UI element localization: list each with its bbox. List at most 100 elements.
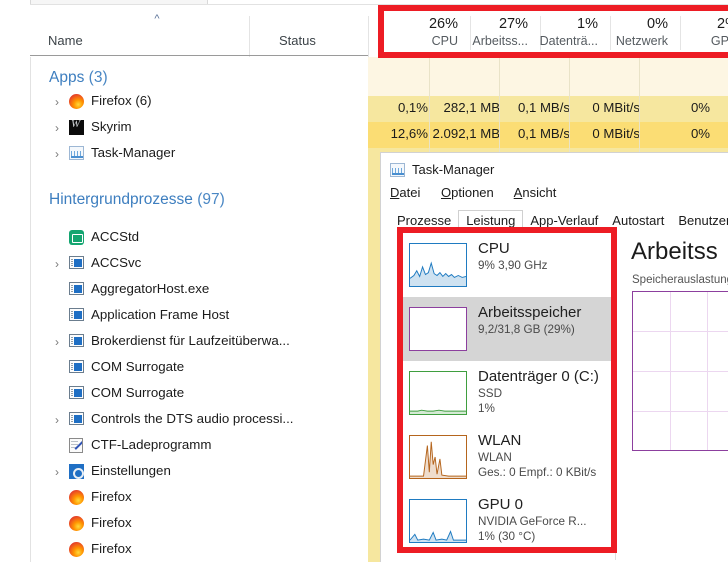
performance-item-arbeitsspeicher[interactable]: Arbeitsspeicher9,2/31,8 GB (29%) bbox=[400, 297, 616, 361]
process-row[interactable]: Firefox bbox=[31, 485, 368, 511]
chevron-right-icon[interactable]: › bbox=[51, 95, 63, 109]
process-row[interactable]: Application Frame Host bbox=[31, 303, 368, 329]
column-header-name[interactable]: Name bbox=[48, 33, 83, 48]
process-name: Firefox bbox=[91, 489, 132, 504]
process-row[interactable]: › ACCSvc bbox=[31, 251, 368, 277]
performance-item-wlan[interactable]: WLANWLANGes.: 0 Empf.: 0 KBit/s bbox=[400, 425, 616, 489]
cell-network: 0 MBit/s bbox=[570, 126, 640, 144]
icon-glyph bbox=[69, 120, 84, 135]
performance-item-detail-2: 1% (30 °C) bbox=[478, 529, 586, 544]
process-name: COM Surrogate bbox=[91, 385, 184, 400]
icon-glyph bbox=[69, 308, 84, 321]
chevron-right-icon[interactable]: › bbox=[51, 413, 63, 427]
menu-ansicht[interactable]: Ansicht bbox=[514, 185, 557, 200]
inner-window-title: Task-Manager bbox=[412, 162, 494, 177]
performance-item-datentr-ger-0-c-[interactable]: Datenträger 0 (C:)SSD1% bbox=[400, 361, 616, 425]
process-row[interactable]: AggregatorHost.exe bbox=[31, 277, 368, 303]
performance-item-text: Arbeitsspeicher9,2/31,8 GB (29%) bbox=[478, 303, 581, 337]
group-count: (97) bbox=[197, 191, 225, 208]
tab-benutzer[interactable]: Benutzer bbox=[671, 211, 728, 231]
icon-glyph bbox=[69, 464, 84, 479]
process-list[interactable]: Apps (3) Hintergrundprozesse (97) ›Firef… bbox=[30, 57, 368, 562]
window-icon bbox=[69, 360, 85, 376]
group-header-apps[interactable]: Apps (3) bbox=[49, 69, 108, 87]
process-row[interactable]: ACCStd bbox=[31, 225, 368, 251]
icon-glyph bbox=[69, 94, 84, 109]
column-divider[interactable] bbox=[368, 16, 369, 58]
performance-thumbnail-graph bbox=[409, 243, 467, 287]
process-row[interactable]: ›Controls the DTS audio processi... bbox=[31, 407, 368, 433]
tab-strip[interactable]: ProzesseLeistungApp-VerlaufAutostartBenu… bbox=[390, 210, 728, 234]
process-row[interactable]: COM Surrogate bbox=[31, 355, 368, 381]
column-header-gpu[interactable]: 2% GPU bbox=[670, 16, 728, 52]
cell-memory: 282,1 MB bbox=[430, 100, 500, 118]
performance-item-text: Datenträger 0 (C:)SSD1% bbox=[478, 367, 599, 416]
metric-row-firefox[interactable]: 0,1% 282,1 MB 0,1 MB/s 0 MBit/s 0% bbox=[368, 96, 728, 122]
metric-row-skyrim[interactable]: 12,6% 2.092,1 MB 0,1 MB/s 0 MBit/s 0% bbox=[368, 122, 728, 148]
chevron-right-icon[interactable]: › bbox=[51, 147, 63, 161]
process-row[interactable]: ›Firefox (6) bbox=[31, 89, 368, 115]
process-name: ACCSvc bbox=[91, 255, 141, 270]
gridline-horizontal bbox=[633, 411, 728, 412]
column-header-status[interactable]: Status bbox=[279, 33, 316, 48]
task-manager-icon bbox=[69, 146, 85, 162]
gridline-horizontal bbox=[633, 331, 728, 332]
tab-autostart[interactable]: Autostart bbox=[605, 211, 671, 231]
process-row[interactable]: Firefox bbox=[31, 511, 368, 537]
menu-optionen[interactable]: Optionen bbox=[441, 185, 494, 200]
disk-total-value: 1% bbox=[530, 16, 598, 33]
tab-app-verlauf[interactable]: App-Verlauf bbox=[523, 211, 605, 231]
column-divider[interactable] bbox=[249, 16, 250, 58]
tab-prozesse[interactable]: Prozesse bbox=[390, 211, 458, 231]
performance-item-title: Datenträger 0 (C:) bbox=[478, 367, 599, 386]
process-name: Brokerdienst für Laufzeitüberwa... bbox=[91, 333, 290, 348]
performance-item-detail: 9,2/31,8 GB (29%) bbox=[478, 322, 581, 337]
menu-datei[interactable]: Datei bbox=[390, 185, 420, 200]
performance-item-title: WLAN bbox=[478, 431, 596, 450]
menu-bar[interactable]: Datei Optionen Ansicht bbox=[390, 185, 573, 205]
column-header-memory[interactable]: 27% Arbeitss... bbox=[460, 16, 528, 52]
process-row[interactable]: CTF-Ladeprogramm bbox=[31, 433, 368, 459]
gpu-total-value: 2% bbox=[670, 16, 728, 33]
disk-label: Datenträ... bbox=[530, 33, 598, 50]
process-name: Application Frame Host bbox=[91, 307, 229, 322]
chevron-right-icon[interactable]: › bbox=[51, 121, 63, 135]
ctf-loader-icon bbox=[69, 438, 85, 454]
process-row[interactable]: ›Skyrim bbox=[31, 115, 368, 141]
performance-item-detail: 9% 3,90 GHz bbox=[478, 258, 548, 273]
performance-item-detail: WLAN bbox=[478, 450, 596, 465]
performance-thumbnail-graph bbox=[409, 435, 467, 479]
column-header-cpu[interactable]: 26% CPU bbox=[390, 16, 458, 52]
icon-glyph bbox=[69, 542, 84, 557]
gpu-label: GPU bbox=[670, 33, 728, 50]
chevron-right-icon[interactable]: › bbox=[51, 465, 63, 479]
performance-resource-list[interactable]: CPU9% 3,90 GHz Arbeitsspeicher9,2/31,8 GB… bbox=[400, 233, 616, 560]
column-header-disk[interactable]: 1% Datenträ... bbox=[530, 16, 598, 52]
process-row[interactable]: Firefox bbox=[31, 537, 368, 562]
chevron-right-icon[interactable]: › bbox=[51, 257, 63, 271]
performance-item-detail-2: 1% bbox=[478, 401, 599, 416]
tab-leistung[interactable]: Leistung bbox=[458, 210, 523, 232]
process-name: Firefox bbox=[91, 515, 132, 530]
process-row[interactable]: › Brokerdienst für Laufzeitüberwa... bbox=[31, 329, 368, 355]
performance-item-title: GPU 0 bbox=[478, 495, 586, 514]
process-name: Einstellungen bbox=[91, 463, 171, 478]
process-row[interactable]: ›Task-Manager bbox=[31, 141, 368, 167]
performance-item-detail-2: Ges.: 0 Empf.: 0 KBit/s bbox=[478, 465, 596, 480]
performance-item-gpu-0[interactable]: GPU 0NVIDIA GeForce R...1% (30 °C) bbox=[400, 489, 616, 553]
icon-glyph bbox=[69, 490, 84, 505]
sort-ascending-icon[interactable]: ^ bbox=[150, 15, 164, 24]
icon-glyph bbox=[69, 386, 84, 399]
performance-item-text: WLANWLANGes.: 0 Empf.: 0 KBit/s bbox=[478, 431, 596, 480]
window-icon bbox=[69, 334, 85, 350]
process-row[interactable]: COM Surrogate bbox=[31, 381, 368, 407]
chevron-right-icon[interactable]: › bbox=[51, 335, 63, 349]
window-icon bbox=[69, 412, 85, 428]
inner-task-manager-window[interactable]: Task-Manager Datei Optionen Ansicht Proz… bbox=[380, 152, 728, 562]
settings-icon bbox=[69, 464, 85, 480]
group-header-background[interactable]: Hintergrundprozesse (97) bbox=[49, 191, 225, 209]
process-row[interactable]: › Einstellungen bbox=[31, 459, 368, 485]
performance-item-cpu[interactable]: CPU9% 3,90 GHz bbox=[400, 233, 616, 297]
column-header-network[interactable]: 0% Netzwerk bbox=[600, 16, 668, 52]
performance-item-title: CPU bbox=[478, 239, 548, 258]
